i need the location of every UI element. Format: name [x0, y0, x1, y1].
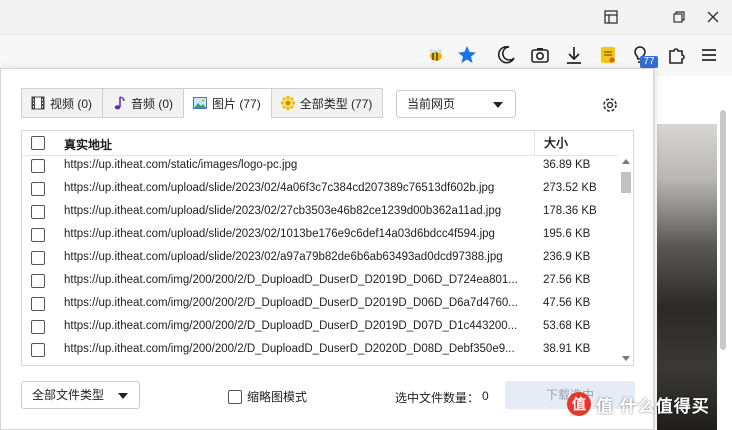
column-header-url[interactable]: 真实地址	[64, 136, 112, 153]
tab-video[interactable]: 视频 (0)	[21, 88, 104, 118]
selected-count-value: 0	[482, 389, 489, 403]
scope-select-value: 当前网页	[407, 97, 456, 111]
selected-count-label: 选中文件数量：	[395, 391, 480, 405]
table-row[interactable]: https://up.itheat.com/img/200/200/2/D_Du…	[22, 339, 619, 362]
table-row[interactable]: https://up.itheat.com/img/200/200/2/D_Du…	[22, 270, 619, 293]
row-size: 38.91 KB	[543, 343, 591, 355]
scrollbar-thumb[interactable]	[621, 172, 631, 193]
camera-icon[interactable]	[528, 43, 552, 67]
web-page-scrollbar[interactable]	[720, 110, 726, 350]
row-size: 27.56 KB	[543, 274, 591, 286]
row-checkbox[interactable]	[31, 228, 45, 242]
row-size: 36.89 KB	[543, 159, 591, 171]
extension-badge: 77	[640, 56, 658, 68]
tab-audio-label: 音频 (0)	[131, 96, 174, 111]
smzdm-logo-icon: 值	[566, 391, 592, 417]
row-size: 53.68 KB	[543, 320, 591, 332]
puzzle-piece-icon	[280, 95, 296, 111]
restore-icon[interactable]	[668, 6, 690, 28]
row-checkbox[interactable]	[31, 159, 45, 173]
row-url: https://up.itheat.com/img/200/200/2/D_Du…	[64, 274, 518, 286]
row-size: 178.36 KB	[543, 205, 597, 217]
tab-all-types-label: 全部类型 (77)	[299, 96, 373, 111]
row-checkbox[interactable]	[31, 320, 45, 334]
table-header: 真实地址 大小	[22, 131, 619, 156]
row-size: 195.6 KB	[543, 228, 591, 240]
table-row[interactable]: https://up.itheat.com/upload/slide/2023/…	[22, 247, 619, 270]
row-size: 236.9 KB	[543, 251, 591, 263]
close-icon[interactable]	[702, 6, 724, 28]
row-checkbox[interactable]	[31, 343, 45, 357]
media-type-tabs: 视频 (0) 音频 (0) 图片 (77) 全部类型 (77)	[21, 88, 384, 118]
watermark: 值 值 什么值得买	[566, 390, 726, 418]
thumbnail-mode-checkbox[interactable]	[228, 389, 242, 404]
title-bar	[0, 0, 732, 34]
table-row[interactable]: https://up.itheat.com/upload/slide/2023/…	[22, 201, 619, 224]
chevron-down-icon	[493, 102, 503, 108]
table-row[interactable]: https://up.itheat.com/img/200/200/2/D_Du…	[22, 316, 619, 339]
scroll-down-icon[interactable]	[622, 356, 630, 361]
settings-gear-icon[interactable]	[600, 95, 620, 115]
music-note-icon	[111, 95, 127, 111]
row-checkbox[interactable]	[31, 297, 45, 311]
film-icon	[30, 95, 46, 111]
tab-audio[interactable]: 音频 (0)	[102, 88, 185, 118]
row-url: https://up.itheat.com/img/200/200/2/D_Du…	[64, 297, 518, 309]
file-type-select[interactable]: 全部文件类型	[21, 381, 140, 409]
column-header-size[interactable]: 大小	[534, 131, 619, 155]
row-url: https://up.itheat.com/upload/slide/2023/…	[64, 205, 502, 217]
row-checkbox[interactable]	[31, 251, 45, 265]
checkbox-box[interactable]	[31, 136, 45, 150]
bee-extension-icon[interactable]	[424, 43, 448, 67]
star-icon[interactable]	[455, 43, 479, 67]
media-url-table: 真实地址 大小 https://up.itheat.com/static/ima…	[21, 130, 634, 366]
row-url: https://up.itheat.com/static/images/logo…	[64, 159, 298, 171]
sidebar-icon[interactable]	[600, 6, 622, 28]
row-url: https://up.itheat.com/upload/slide/2023/…	[64, 251, 503, 263]
puzzle-icon[interactable]	[664, 43, 688, 67]
row-checkbox[interactable]	[31, 205, 45, 219]
row-url: https://up.itheat.com/upload/slide/2023/…	[64, 182, 495, 194]
row-url: https://up.itheat.com/img/200/200/2/D_Du…	[64, 320, 518, 332]
svg-text:值: 值	[572, 396, 586, 413]
thumbnail-mode-toggle[interactable]: 缩略图模式	[228, 388, 307, 405]
menu-icon[interactable]	[697, 43, 721, 67]
table-row[interactable]: https://up.itheat.com/upload/slide/2023/…	[22, 178, 619, 201]
scroll-up-icon[interactable]	[622, 159, 630, 164]
row-url: https://up.itheat.com/img/200/200/2/D_Du…	[64, 343, 515, 355]
picture-icon	[192, 95, 208, 111]
tab-images-label: 图片 (77)	[212, 96, 261, 111]
tab-images[interactable]: 图片 (77)	[183, 88, 272, 118]
select-all-checkbox[interactable]	[31, 136, 45, 150]
table-scrollbar[interactable]	[619, 155, 633, 365]
tab-all-types[interactable]: 全部类型 (77)	[270, 88, 384, 118]
table-row[interactable]: https://up.itheat.com/static/images/logo…	[22, 155, 619, 178]
moon-icon[interactable]	[494, 43, 518, 67]
notes-extension-icon[interactable]	[596, 43, 620, 67]
watermark-text: 值 什么值得买	[596, 396, 710, 416]
row-checkbox[interactable]	[31, 182, 45, 196]
chevron-down-icon	[118, 393, 128, 399]
thumbnail-mode-label: 缩略图模式	[247, 390, 308, 404]
row-size: 47.56 KB	[543, 297, 591, 309]
download-icon[interactable]	[562, 43, 586, 67]
table-row[interactable]: https://up.itheat.com/upload/slide/2023/…	[22, 224, 619, 247]
row-size: 273.52 KB	[543, 182, 597, 194]
scope-select[interactable]: 当前网页	[396, 90, 516, 118]
file-type-select-value: 全部文件类型	[32, 388, 105, 402]
tab-video-label: 视频 (0)	[50, 96, 93, 111]
web-page-photo	[657, 124, 717, 430]
table-row[interactable]: https://up.itheat.com/img/200/200/2/D_Du…	[22, 293, 619, 316]
row-url: https://up.itheat.com/upload/slide/2023/…	[64, 228, 495, 240]
row-checkbox[interactable]	[31, 274, 45, 288]
